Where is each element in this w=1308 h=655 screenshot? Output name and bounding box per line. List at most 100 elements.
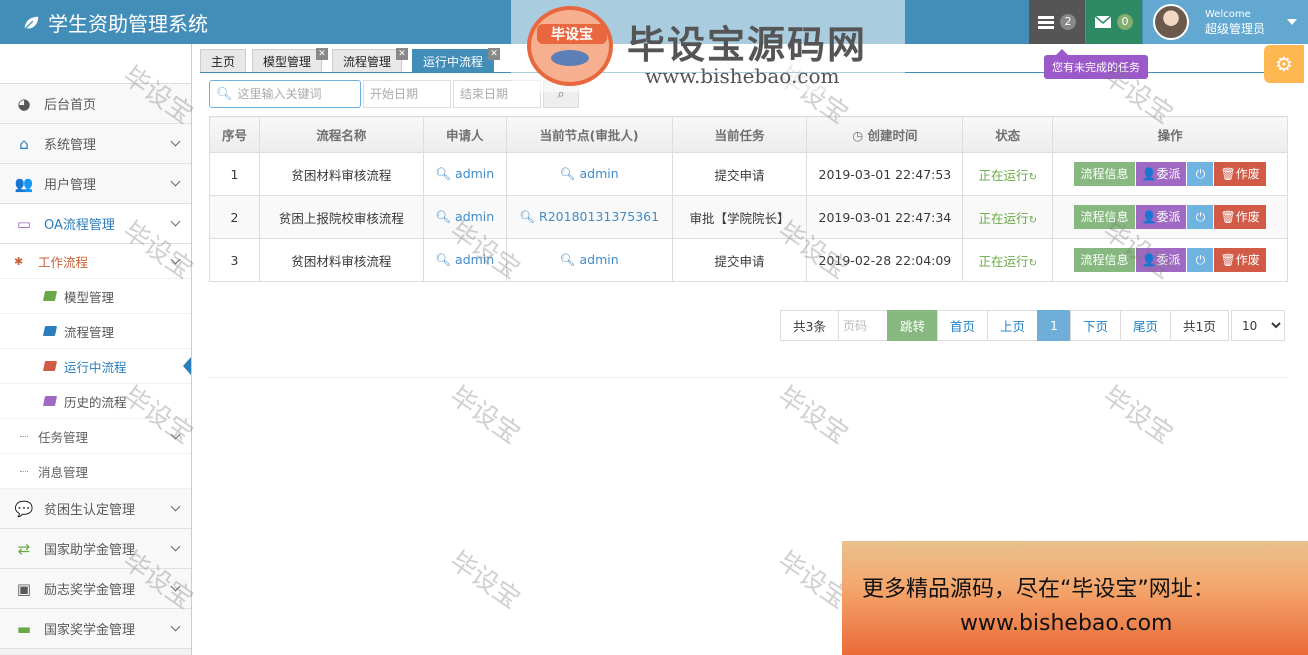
process-info-button[interactable]: 流程信息: [1074, 248, 1135, 272]
chevron-down-icon: [170, 136, 181, 147]
search-input[interactable]: [237, 87, 358, 101]
next-page-button[interactable]: 下页: [1069, 310, 1121, 341]
sidebar-item-users[interactable]: 👥 用户管理: [0, 164, 191, 204]
cell-node[interactable]: 🔍︎ admin: [505, 152, 673, 196]
jump-button[interactable]: 跳转: [886, 310, 938, 341]
leaf-icon: [24, 16, 39, 30]
table-row: 1 贫困材料审核流程 🔍︎ admin 🔍︎ admin 提交申请 2019-0…: [209, 152, 1288, 196]
search-icon: ⌕: [557, 86, 565, 102]
clock-icon: ◷: [852, 128, 868, 143]
power-icon: ⏻: [1195, 253, 1206, 267]
start-date-input[interactable]: [363, 80, 451, 108]
process-info-button[interactable]: 流程信息: [1074, 162, 1135, 186]
sidebar-sub-workflow[interactable]: ✱ 工作流程: [0, 244, 191, 279]
node-link[interactable]: R20180131375361: [539, 209, 659, 224]
tab-running[interactable]: 运行中流程 ✕: [412, 48, 501, 73]
applicant-link[interactable]: admin: [455, 209, 494, 224]
table-row: 2 贫困上报院校审核流程 🔍︎ admin 🔍︎ R20180131375361…: [209, 195, 1288, 239]
sidebar-sub-running[interactable]: 运行中流程: [0, 349, 191, 384]
users-icon: 👥: [14, 174, 34, 193]
last-page-button[interactable]: 尾页: [1119, 310, 1171, 341]
status-text: 正在运行: [978, 167, 1029, 183]
void-button[interactable]: 🗑作废: [1214, 248, 1266, 272]
applicant-link[interactable]: admin: [455, 166, 494, 181]
suspend-button[interactable]: ⏻: [1187, 248, 1214, 272]
tab-label: 流程管理: [343, 54, 392, 69]
assign-button[interactable]: 👤委派: [1135, 248, 1187, 272]
cell-task: 提交申请: [671, 238, 808, 282]
node-link[interactable]: admin: [579, 252, 618, 267]
cell-node[interactable]: 🔍︎ admin: [505, 238, 673, 282]
cell-task: 提交申请: [671, 152, 808, 196]
chevron-down-icon: [170, 176, 181, 187]
suspend-button[interactable]: ⏻: [1187, 205, 1214, 229]
current-page[interactable]: 1: [1037, 310, 1071, 341]
cell-node[interactable]: 🔍︎ R20180131375361: [505, 195, 673, 239]
chevron-down-icon: [170, 541, 181, 552]
tab-home[interactable]: 主页: [200, 49, 247, 73]
assign-button[interactable]: 👤委派: [1135, 162, 1187, 186]
assign-button[interactable]: 👤委派: [1135, 205, 1187, 229]
cell-actions: 流程信息 👤委派 ⏻ 🗑作废: [1052, 152, 1288, 196]
tab-process[interactable]: 流程管理 ✕: [332, 48, 409, 73]
brand[interactable]: 学生资助管理系统: [22, 8, 208, 37]
search-button[interactable]: ⌕: [543, 80, 579, 108]
sidebar-item-inspire[interactable]: ▣ 励志奖学金管理: [0, 569, 191, 609]
sidebar-item-national[interactable]: ▬ 国家奖学金管理: [0, 609, 191, 649]
sidebar-sub-history[interactable]: 历史的流程: [0, 384, 191, 419]
search-icon: 🔍︎: [559, 166, 580, 181]
void-button[interactable]: 🗑作废: [1214, 162, 1266, 186]
sidebar-sub-label: 运行中流程: [64, 359, 127, 375]
chevron-down-icon: [170, 216, 181, 227]
sidebar-sub-model[interactable]: 模型管理: [0, 279, 191, 314]
end-date-input[interactable]: [453, 80, 541, 108]
watermark: 毕设宝: [444, 545, 526, 616]
desktop-icon: ▭: [16, 214, 32, 233]
envelope-icon: [1095, 16, 1111, 28]
user-menu[interactable]: Welcome 超级管理员: [1143, 0, 1308, 44]
page-size-select[interactable]: 10: [1230, 310, 1285, 341]
process-info-button[interactable]: 流程信息: [1074, 205, 1135, 229]
sidebar-item-label: 系统管理: [44, 138, 97, 153]
comments-icon: 💬: [14, 499, 34, 518]
sidebar: ◕ 后台首页 ⌂ 系统管理 👥 用户管理 ▭ OA流程管理 ✱ 工作流程 模型管…: [0, 44, 192, 655]
page-number-input[interactable]: [837, 310, 888, 341]
suspend-button[interactable]: ⏻: [1187, 162, 1214, 186]
close-icon[interactable]: ✕: [316, 48, 329, 60]
tab-label: 运行中流程: [423, 54, 484, 69]
sidebar-sub-process[interactable]: 流程管理: [0, 314, 191, 349]
applicant-link[interactable]: admin: [455, 252, 494, 267]
node-link[interactable]: admin: [579, 166, 618, 181]
sidebar-item-system[interactable]: ⌂ 系统管理: [0, 124, 191, 164]
sidebar-item-poverty[interactable]: 💬 贫困生认定管理: [0, 489, 191, 529]
user-icon: 👤: [1141, 167, 1157, 181]
promo-line-1: 更多精品源码，尽在“毕设宝”网址：: [862, 577, 1215, 602]
col-header-applicant: 申请人: [422, 116, 507, 153]
sidebar-sub-messages[interactable]: 消息管理: [0, 454, 191, 489]
cell-applicant[interactable]: 🔍︎ admin: [422, 195, 507, 239]
first-page-button[interactable]: 首页: [936, 310, 988, 341]
sidebar-item-grant[interactable]: ⇄ 国家助学金管理: [0, 529, 191, 569]
tab-model[interactable]: 模型管理 ✕: [252, 48, 329, 73]
search-box[interactable]: 🔍︎: [209, 80, 361, 108]
close-icon[interactable]: ✕: [396, 48, 409, 60]
sidebar-item-dashboard[interactable]: ◕ 后台首页: [0, 84, 191, 124]
prev-page-button[interactable]: 上页: [986, 310, 1038, 341]
cell-actions: 流程信息 👤委派 ⏻ 🗑作废: [1052, 195, 1288, 239]
power-icon: ⏻: [1195, 167, 1206, 181]
trash-icon: 🗑: [1220, 210, 1236, 224]
void-button[interactable]: 🗑作废: [1214, 205, 1266, 229]
sidebar-sub-tasks[interactable]: 任务管理: [0, 419, 191, 454]
chevron-down-icon: [170, 254, 181, 265]
messages-button[interactable]: 0: [1086, 0, 1142, 44]
gear-icon: ⚙: [1275, 52, 1293, 76]
cell-applicant[interactable]: 🔍︎ admin: [422, 152, 507, 196]
close-icon[interactable]: ✕: [488, 48, 501, 60]
process-table: 序号 流程名称 申请人 当前节点(审批人) 当前任务 ◷ 创建时间 状态 操作 …: [209, 116, 1288, 282]
watermark: 毕设宝: [772, 545, 854, 616]
cell-applicant[interactable]: 🔍︎ admin: [422, 238, 507, 282]
tasks-button[interactable]: 2: [1029, 0, 1085, 44]
top-navbar: 学生资助管理系统 2 0 Welcome 超级管理员: [0, 0, 1308, 44]
sidebar-item-oa[interactable]: ▭ OA流程管理: [0, 204, 191, 244]
settings-button[interactable]: ⚙: [1264, 45, 1304, 83]
